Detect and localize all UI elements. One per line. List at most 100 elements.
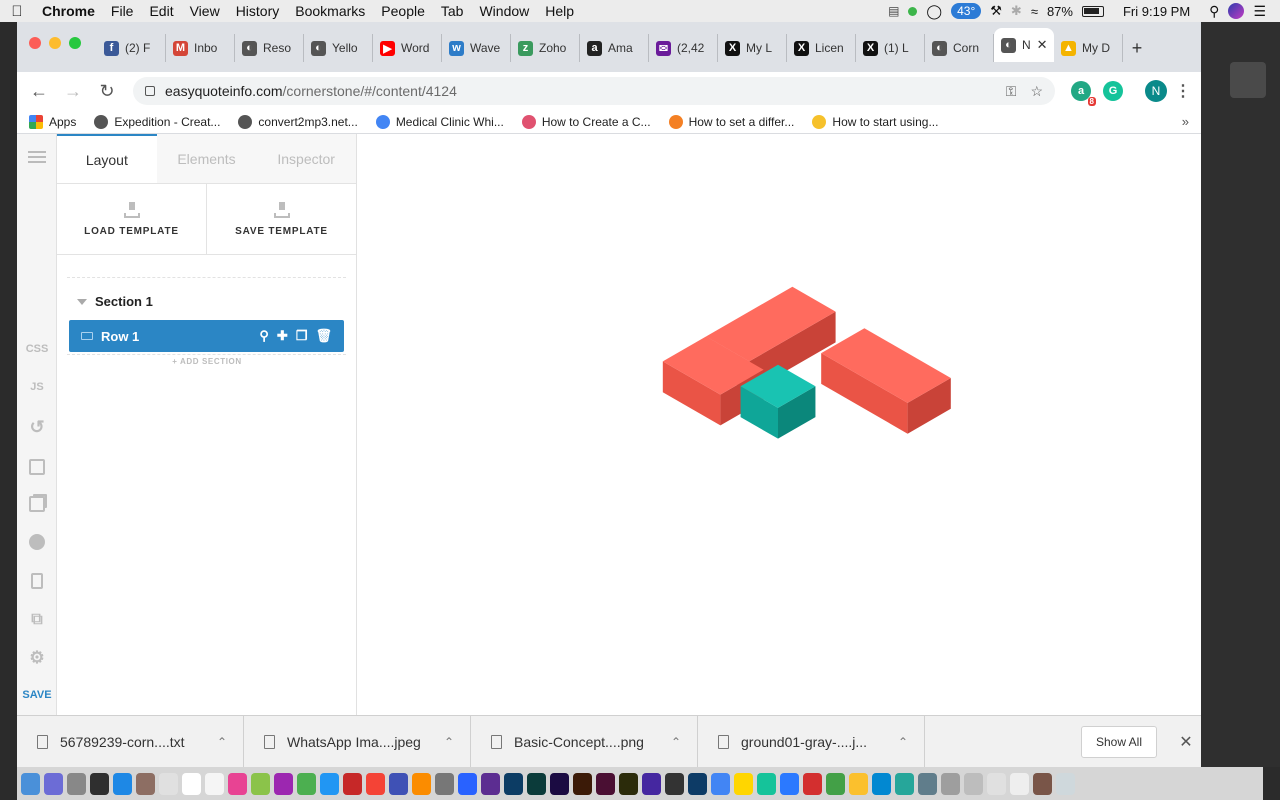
back-button[interactable]: ← — [25, 77, 53, 105]
close-tab-icon[interactable]: ✕ — [1037, 37, 1048, 53]
tab-inspector[interactable]: Inspector — [256, 134, 356, 183]
key-icon[interactable]: ⚿ — [1006, 83, 1017, 100]
dock-app-icon[interactable] — [642, 772, 661, 795]
browser-tab[interactable]: ◐ Reso — [235, 34, 304, 62]
menu-file[interactable]: File — [103, 3, 142, 19]
dock-app-icon[interactable] — [734, 772, 753, 795]
dock-app-icon[interactable] — [251, 772, 270, 795]
browser-tab[interactable]: ◐ Corn — [925, 34, 994, 62]
dock-app-icon[interactable] — [389, 772, 408, 795]
show-all-button[interactable]: Show All — [1080, 725, 1157, 758]
menu-toggle-icon[interactable] — [17, 148, 57, 166]
tab-layout[interactable]: Layout — [57, 134, 157, 183]
chevron-up-icon[interactable]: ⌃ — [444, 735, 454, 749]
browser-tab[interactable]: z Zoho — [511, 34, 580, 62]
browser-tab[interactable]: X (1) L — [856, 34, 925, 62]
add-section-button[interactable]: + ADD SECTION — [57, 357, 357, 366]
wifi-icon[interactable]: ≈ — [1031, 4, 1038, 19]
dock-app-icon[interactable] — [113, 772, 132, 795]
browser-tab[interactable]: ▶ Word — [373, 34, 442, 62]
save-template-button[interactable]: SAVE TEMPLATE — [206, 184, 356, 254]
bookmark-item[interactable]: How to start using... — [812, 114, 938, 129]
dock-app-icon[interactable] — [872, 772, 891, 795]
menu-bookmarks[interactable]: Bookmarks — [287, 3, 373, 19]
device-icon[interactable] — [17, 573, 57, 589]
dock-app-icon[interactable] — [297, 772, 316, 795]
bookmark-star-icon[interactable]: ☆ — [1030, 83, 1043, 100]
dock-app-icon[interactable] — [757, 772, 776, 795]
layout-icon[interactable] — [17, 459, 57, 475]
bookmark-item[interactable]: convert2mp3.net... — [238, 114, 358, 129]
dock-app-icon[interactable] — [159, 772, 178, 795]
bookmark-item[interactable]: How to Create a C... — [521, 114, 651, 129]
row-delete-icon[interactable]: 🗑 — [315, 328, 332, 344]
collapse-triangle-icon[interactable] — [77, 298, 87, 305]
menu-view[interactable]: View — [182, 3, 228, 19]
dock-app-icon[interactable] — [21, 772, 40, 795]
chevron-up-icon[interactable]: ⌃ — [898, 735, 908, 749]
dock-app-icon[interactable] — [711, 772, 730, 795]
dock-app-icon[interactable] — [688, 772, 707, 795]
siri-icon[interactable] — [1228, 3, 1245, 19]
dock-app-icon[interactable] — [44, 772, 63, 795]
browser-tab[interactable]: w Wave — [442, 34, 511, 62]
menu-people[interactable]: People — [373, 3, 433, 19]
bookmark-item[interactable]: Medical Clinic Whi... — [375, 114, 504, 129]
chevron-up-icon[interactable]: ⌃ — [671, 735, 681, 749]
browser-tab[interactable]: ◐ Yello — [304, 34, 373, 62]
browser-tab[interactable]: X My L — [718, 34, 787, 62]
download-item[interactable]: 56789239-corn....txt ⌃ — [17, 715, 244, 767]
menu-window[interactable]: Window — [471, 3, 537, 19]
dock-app-icon[interactable] — [1033, 772, 1052, 795]
dock-app-icon[interactable] — [803, 772, 822, 795]
menu-help[interactable]: Help — [537, 3, 582, 19]
new-tab-button[interactable]: + — [1123, 34, 1151, 62]
dock-app-icon[interactable] — [826, 772, 845, 795]
status-dot-icon[interactable] — [908, 6, 918, 16]
bluetooth-icon[interactable]: ✱ — [1011, 3, 1022, 19]
dock-app-icon[interactable] — [596, 772, 615, 795]
dock-app-icon[interactable] — [619, 772, 638, 795]
browser-tab[interactable]: ◐ N ✕ — [994, 28, 1054, 62]
menu-edit[interactable]: Edit — [141, 3, 181, 19]
dock-app-icon[interactable] — [1056, 772, 1075, 795]
menu-history[interactable]: History — [228, 3, 288, 19]
row-item[interactable]: Row 1 ⚲ ✚ ❐ 🗑 — [69, 320, 344, 352]
external-link-icon[interactable]: ⧉ — [17, 611, 57, 629]
dock-app-icon[interactable] — [987, 772, 1006, 795]
preview-back-icon[interactable] — [17, 534, 57, 550]
row-add-icon[interactable]: ✚ — [277, 328, 288, 344]
settings-gear-icon[interactable]: ⚙ — [17, 648, 57, 668]
dock-app-icon[interactable] — [205, 772, 224, 795]
dock-app-icon[interactable] — [780, 772, 799, 795]
dock-app-icon[interactable] — [849, 772, 868, 795]
tab-elements[interactable]: Elements — [157, 134, 257, 183]
dock-app-icon[interactable] — [573, 772, 592, 795]
css-button[interactable]: CSS — [17, 343, 57, 355]
dock-app-icon[interactable] — [274, 772, 293, 795]
download-item[interactable]: ground01-gray-....j... ⌃ — [698, 715, 925, 767]
bookmarks-overflow-icon[interactable]: » — [1182, 114, 1189, 129]
dock-app-icon[interactable] — [67, 772, 86, 795]
dock-app-icon[interactable] — [320, 772, 339, 795]
js-button[interactable]: JS — [17, 381, 57, 393]
dock-app-icon[interactable] — [343, 772, 362, 795]
status-bars-icon[interactable]: ▤ — [888, 4, 899, 18]
bookmark-item[interactable]: How to set a differ... — [668, 114, 794, 129]
dock-app-icon[interactable] — [366, 772, 385, 795]
dock-app-icon[interactable] — [435, 772, 454, 795]
dock-app-icon[interactable] — [458, 772, 477, 795]
bookmark-item[interactable]: Expedition - Creat... — [94, 114, 220, 129]
notification-center-icon[interactable]: ☰ — [1253, 3, 1266, 20]
history-icon[interactable]: ↺ — [17, 417, 57, 438]
save-button[interactable]: SAVE — [17, 689, 57, 701]
profile-avatar[interactable]: N — [1145, 80, 1167, 102]
battery-icon[interactable] — [1081, 5, 1104, 17]
extension-a-icon[interactable]: a8 — [1071, 81, 1096, 106]
apple-menu-icon[interactable]:  — [0, 3, 34, 20]
browser-tab[interactable]: ✉ (2,42 — [649, 34, 718, 62]
dock-app-icon[interactable] — [481, 772, 500, 795]
pages-icon[interactable] — [17, 496, 57, 512]
dock-app-icon[interactable] — [504, 772, 523, 795]
bookmark-item[interactable]: Apps — [29, 114, 76, 129]
